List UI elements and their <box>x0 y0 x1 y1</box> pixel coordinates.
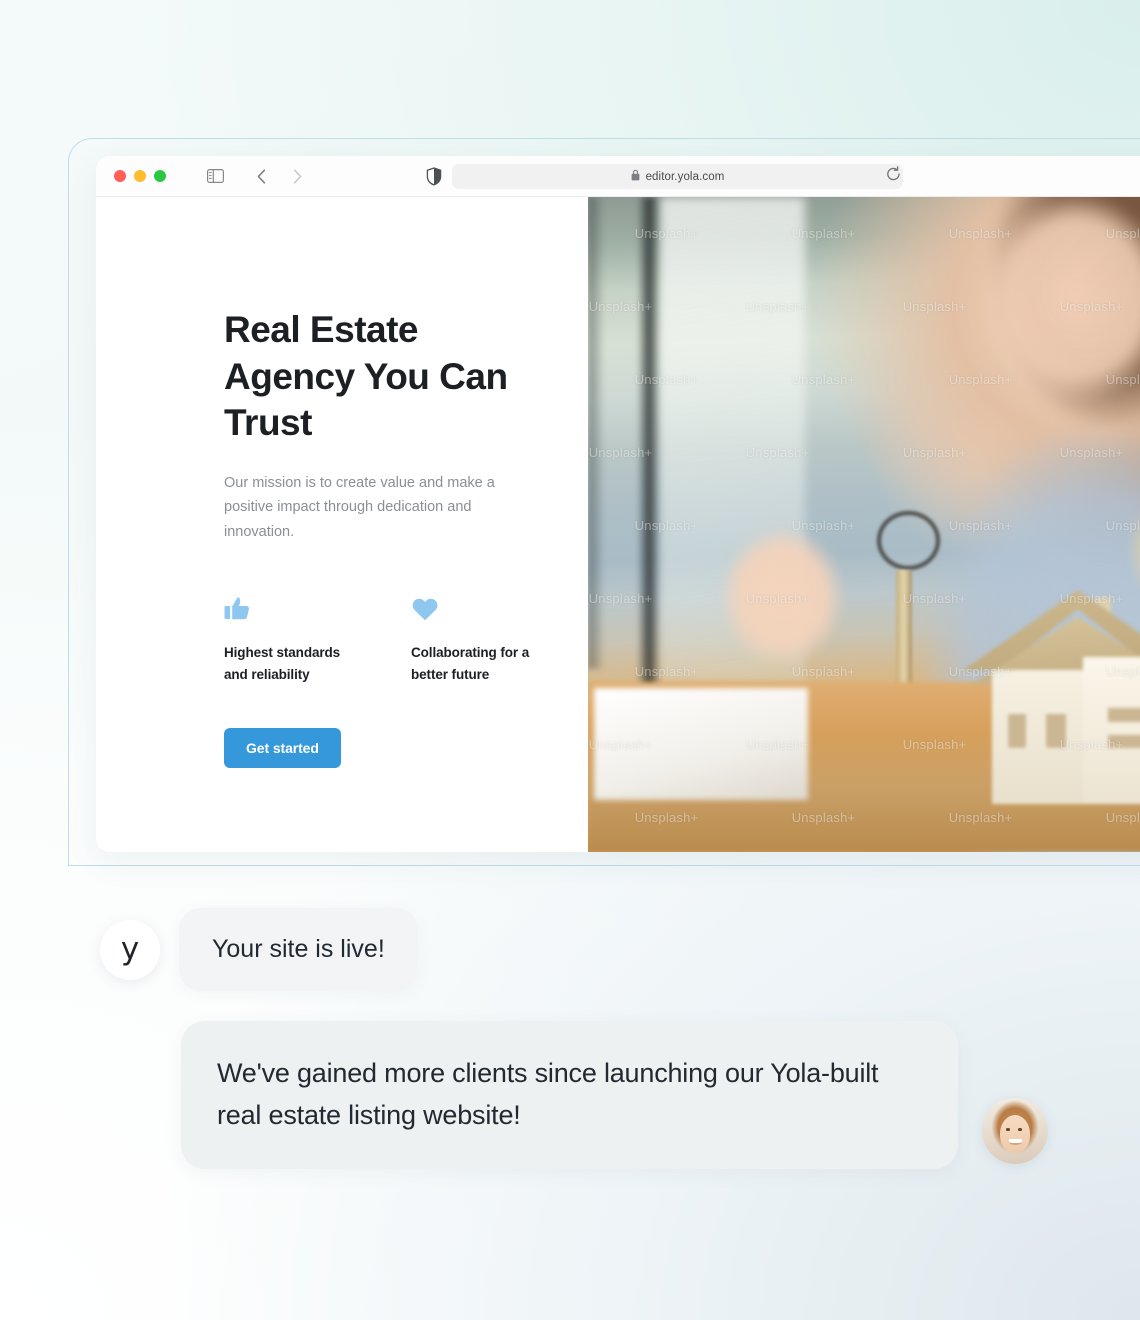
sidebar-toggle-icon[interactable] <box>207 169 224 183</box>
thumbs-up-icon <box>224 594 364 622</box>
zoom-window-button[interactable] <box>154 170 166 182</box>
avatar-smile <box>1009 1138 1022 1145</box>
chat-message-row: We've gained more clients since launchin… <box>181 1021 1048 1169</box>
address-bar[interactable]: editor.yola.com <box>452 164 903 189</box>
window-traffic-lights <box>114 170 166 182</box>
chat-message-row: y Your site is live! <box>100 908 418 992</box>
reload-icon[interactable] <box>886 166 901 187</box>
avatar-eye <box>1018 1128 1023 1131</box>
feature-label: Highest standards and reliability <box>224 644 341 682</box>
photo-window-frame <box>638 197 660 708</box>
feature-label: Collaborating for a better future <box>411 644 530 682</box>
house-window <box>1006 712 1028 751</box>
house-window <box>1106 732 1140 751</box>
avatar-face <box>999 1114 1031 1154</box>
avatar-eye <box>1006 1128 1011 1131</box>
chat-bubble-system: Your site is live! <box>179 908 418 992</box>
lock-icon <box>631 168 640 186</box>
close-window-button[interactable] <box>114 170 126 182</box>
minimize-window-button[interactable] <box>134 170 146 182</box>
hero-text-column: Real Estate Agency You Can Trust Our mis… <box>96 197 588 852</box>
page-subtitle: Our mission is to create value and make … <box>224 474 495 540</box>
chevron-right-icon[interactable] <box>286 165 308 187</box>
chevron-left-icon[interactable] <box>250 165 272 187</box>
yola-logo-letter: y <box>120 930 140 967</box>
house-body-side <box>1082 656 1140 804</box>
photo-hand <box>701 504 865 689</box>
photo-window-frame-edge <box>588 197 604 669</box>
chat-bubble-testimonial: We've gained more clients since launchin… <box>181 1021 958 1169</box>
feature-item: Highest standards and reliability <box>224 594 364 686</box>
shield-icon[interactable] <box>426 167 442 191</box>
hero-image: Unsplash+Unsplash+Unsplash+Unsplash+Unsp… <box>588 197 1140 852</box>
photo-house-model <box>959 590 1140 813</box>
browser-toolbar: editor.yola.com <box>96 156 1140 197</box>
feature-item: Collaborating for a better future <box>411 594 551 686</box>
house-window <box>1106 705 1140 724</box>
house-window <box>1044 712 1069 751</box>
yola-logo-avatar: y <box>100 919 160 980</box>
website-preview: Real Estate Agency You Can Trust Our mis… <box>96 197 1140 852</box>
photo-papers <box>594 688 808 800</box>
chat-bubble-text: We've gained more clients since launchin… <box>217 1058 879 1130</box>
page-title: Real Estate Agency You Can Trust <box>224 309 508 444</box>
chat-bubble-text: Your site is live! <box>212 935 385 963</box>
feature-list: Highest standards and reliability Collab… <box>224 594 588 686</box>
get-started-button[interactable]: Get started <box>224 727 341 768</box>
avatar <box>982 1097 1048 1164</box>
address-bar-url: editor.yola.com <box>645 170 725 183</box>
browser-window: editor.yola.com Real Estate Agency You C… <box>96 156 1140 852</box>
heart-icon <box>411 594 551 622</box>
photo-keyring <box>876 511 940 571</box>
